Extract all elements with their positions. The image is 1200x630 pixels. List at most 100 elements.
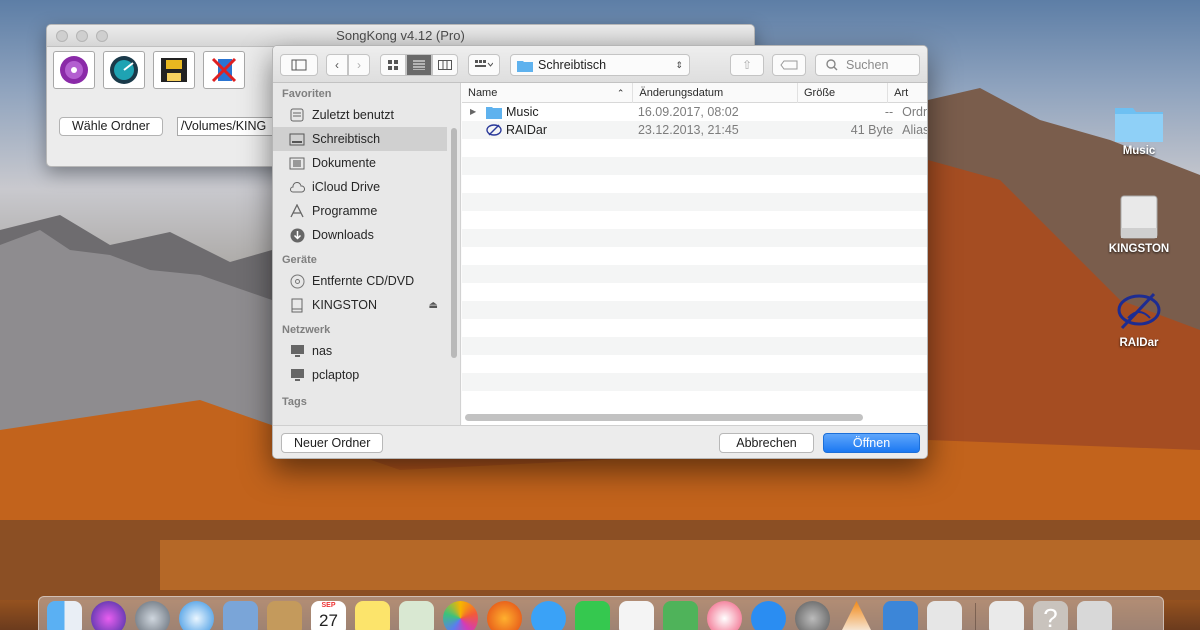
group-by-button[interactable] [468, 54, 500, 76]
delete-icon [211, 57, 237, 83]
column-kind[interactable]: Art [888, 83, 927, 103]
desktop-icon [289, 131, 305, 147]
new-folder-button[interactable]: Neuer Ordner [281, 433, 384, 453]
sidebar-item-documents[interactable]: Dokumente [273, 151, 460, 175]
file-kind: Alias [902, 123, 927, 137]
photos-icon[interactable] [443, 601, 478, 630]
dock-separator [975, 603, 976, 630]
columns-icon [438, 60, 452, 70]
tag-icon [780, 60, 798, 70]
list-icon [413, 60, 425, 70]
folder-icon [1115, 108, 1163, 142]
sidebar-toggle-button[interactable] [280, 54, 318, 76]
location-label: Schreibtisch [538, 58, 607, 72]
document-icon[interactable] [989, 601, 1024, 630]
desktop-item-music[interactable]: Music [1094, 104, 1184, 157]
preview-icon[interactable] [619, 601, 654, 630]
table-row[interactable]: RAIDar 23.12.2013, 21:45 41 Byte Alias [462, 121, 927, 139]
horizontal-scrollbar[interactable] [465, 414, 863, 421]
contacts-icon[interactable] [267, 601, 302, 630]
desktop-item-kingston[interactable]: KINGSTON [1094, 194, 1184, 255]
share-button[interactable]: ⇧ [730, 54, 764, 76]
tag-button[interactable] [772, 54, 806, 76]
updown-icon: ⇕ [675, 59, 683, 70]
file-rows: ▶ Music 16.09.2017, 08:02 -- Ordner RAID… [462, 103, 927, 391]
app-store-icon[interactable] [751, 601, 786, 630]
calendar-day: 27 [319, 611, 338, 630]
cancel-button[interactable]: Abbrechen [719, 433, 814, 453]
delete-duplicates-button[interactable] [203, 51, 245, 89]
sidebar-item-recents[interactable]: Zuletzt benutzt [273, 103, 460, 127]
minimize-button[interactable] [76, 30, 88, 42]
search-placeholder: Suchen [846, 58, 889, 72]
zoom-button[interactable] [96, 30, 108, 42]
column-size[interactable]: Größe [798, 83, 889, 103]
sidebar-item-downloads[interactable]: Downloads [273, 223, 460, 247]
devices-heading: Geräte [282, 254, 317, 266]
folder-icon [486, 106, 502, 119]
sidebar-item-desktop[interactable]: Schreibtisch [273, 127, 447, 151]
sidebar-scrollbar[interactable] [451, 128, 457, 358]
facetime-icon[interactable] [575, 601, 610, 630]
icon-view-button[interactable] [380, 54, 406, 76]
numbers-icon[interactable] [663, 601, 698, 630]
disc-icon [289, 273, 305, 289]
folder-path-field[interactable]: /Volumes/KING [176, 117, 277, 136]
launchpad-icon[interactable] [135, 601, 170, 630]
finder-icon[interactable] [47, 601, 82, 630]
desktop-item-label: RAIDar [1119, 337, 1159, 349]
table-row[interactable]: ▶ Music 16.09.2017, 08:02 -- Ordner [462, 103, 927, 121]
desktop-item-label: KINGSTON [1108, 243, 1170, 255]
disclosure-triangle-icon[interactable]: ▶ [470, 103, 486, 121]
sidebar-item-icloud[interactable]: iCloud Drive [273, 175, 460, 199]
list-view-button[interactable] [406, 54, 432, 76]
vlc-icon[interactable] [839, 601, 874, 630]
back-button[interactable]: ‹ [326, 54, 348, 76]
desktop-item-label: Music [1122, 145, 1156, 157]
window-controls [56, 30, 108, 42]
fix-songs-button[interactable] [53, 51, 95, 89]
sidebar-item-label: KINGSTON [312, 298, 378, 312]
dialog-toolbar: ‹ › Schreibtisch ⇕ ⇧ Suchen [273, 46, 927, 83]
maps-icon[interactable] [399, 601, 434, 630]
status-report-button[interactable] [103, 51, 145, 89]
save-button[interactable] [153, 51, 195, 89]
desktop-item-raidar[interactable]: RAIDar [1094, 288, 1184, 349]
file-date: 23.12.2013, 21:45 [637, 123, 739, 137]
sidebar-item-applications[interactable]: Programme [273, 199, 460, 223]
mail-icon[interactable] [223, 601, 258, 630]
column-name[interactable]: Name ⌃ [462, 83, 634, 103]
column-date[interactable]: Änderungsdatum [633, 83, 798, 103]
messages-icon[interactable] [531, 601, 566, 630]
file-date: 16.09.2017, 08:02 [637, 105, 739, 119]
question-icon[interactable]: ? [1033, 601, 1068, 630]
choose-folder-button[interactable]: Wähle Ordner [59, 117, 163, 136]
dock: SEP 27 ? [38, 596, 1164, 630]
system-preferences-icon[interactable] [795, 601, 830, 630]
column-view-button[interactable] [432, 54, 458, 76]
safari-icon[interactable] [179, 601, 214, 630]
music-app-icon[interactable] [883, 601, 918, 630]
sidebar-item-nas[interactable]: nas [273, 339, 460, 363]
sidebar-item-label: pclaptop [312, 368, 360, 382]
textedit-icon[interactable] [927, 601, 962, 630]
trash-icon[interactable] [1077, 601, 1112, 630]
eject-icon[interactable]: ⏏ [429, 300, 438, 311]
open-button[interactable]: Öffnen [823, 433, 920, 453]
notes-icon[interactable] [355, 601, 390, 630]
close-button[interactable] [56, 30, 68, 42]
sidebar-item-pclaptop[interactable]: pclaptop [273, 363, 460, 387]
tags-heading: Tags [282, 396, 307, 408]
sidebar-item-remote-disc[interactable]: Entfernte CD/DVD [273, 269, 460, 293]
search-field[interactable]: Suchen [815, 54, 920, 76]
file-size: 41 Byte [850, 123, 894, 137]
siri-icon[interactable] [91, 601, 126, 630]
itunes-icon[interactable] [707, 601, 742, 630]
sidebar-item-kingston[interactable]: KINGSTON ⏏ [273, 293, 460, 317]
firefox-icon[interactable] [487, 601, 522, 630]
forward-button[interactable]: › [348, 54, 370, 76]
calendar-icon[interactable]: SEP 27 [311, 601, 346, 630]
location-popup[interactable]: Schreibtisch ⇕ [510, 54, 690, 76]
songkong-title: SongKong v4.12 (Pro) [336, 28, 465, 43]
group-icon [475, 60, 493, 67]
